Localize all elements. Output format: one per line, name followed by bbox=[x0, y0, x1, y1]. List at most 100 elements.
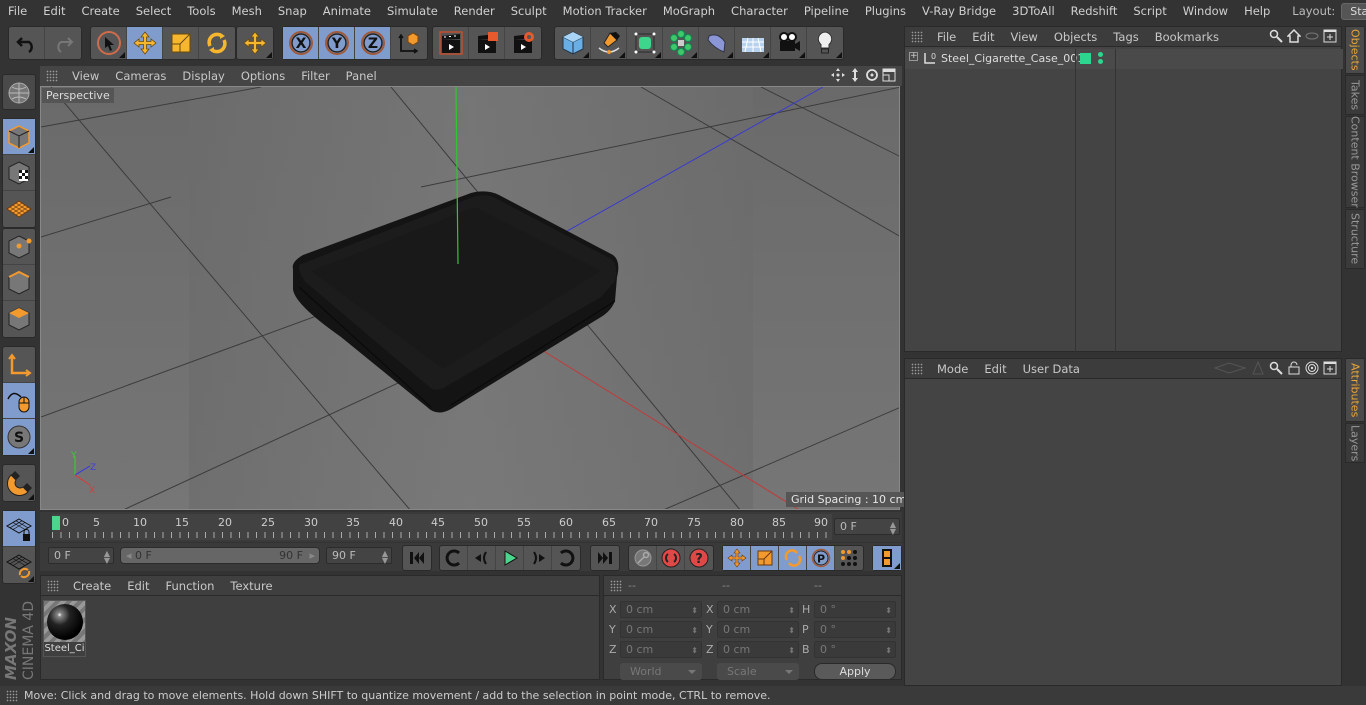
render-settings-button[interactable] bbox=[505, 27, 541, 59]
rot-h-field[interactable]: 0 ° ⬍ bbox=[814, 601, 896, 618]
viewport-menu-panel[interactable]: Panel bbox=[338, 69, 385, 83]
tab-layers[interactable]: Layers bbox=[1345, 423, 1365, 463]
size-z-field[interactable]: 0 cm ⬍ bbox=[717, 641, 799, 658]
object-menu-bookmarks[interactable]: Bookmarks bbox=[1147, 30, 1227, 44]
layout-select[interactable]: Startup bbox=[1341, 2, 1366, 20]
spinner-icon[interactable]: ⬍ bbox=[885, 643, 892, 658]
menu-plugins[interactable]: Plugins bbox=[857, 4, 914, 18]
spinner-icon[interactable]: ⬍ bbox=[788, 603, 795, 618]
goto-start-button[interactable] bbox=[403, 546, 431, 570]
scale-key-button[interactable] bbox=[751, 546, 779, 570]
floor-button[interactable] bbox=[735, 27, 771, 59]
timeline-window-button[interactable] bbox=[873, 546, 901, 570]
menu-character[interactable]: Character bbox=[723, 4, 796, 18]
menu-tools[interactable]: Tools bbox=[179, 4, 223, 18]
parameter-key-button[interactable]: P bbox=[807, 546, 835, 570]
y-axis-lock-button[interactable]: Y bbox=[319, 27, 355, 59]
pos-z-field[interactable]: 0 cm ⬍ bbox=[620, 641, 702, 658]
menu-create[interactable]: Create bbox=[74, 4, 128, 18]
live-selection-button[interactable] bbox=[91, 27, 127, 59]
spinner-icon[interactable]: ▲ ▼ bbox=[382, 550, 388, 565]
deformer-button[interactable] bbox=[699, 27, 735, 59]
attribute-menu-mode[interactable]: Mode bbox=[929, 362, 976, 376]
panel-grip-icon[interactable] bbox=[911, 362, 923, 375]
spinner-icon[interactable]: ▲ ▼ bbox=[890, 521, 896, 536]
points-mode-button[interactable] bbox=[3, 229, 35, 265]
object-menu-view[interactable]: View bbox=[1003, 30, 1046, 44]
end-frame-field[interactable]: 90 F ▲ ▼ bbox=[326, 547, 392, 565]
render-visibility-dot[interactable] bbox=[1098, 59, 1103, 64]
panel-grip-icon[interactable] bbox=[610, 579, 622, 592]
viewport-menu-display[interactable]: Display bbox=[174, 69, 232, 83]
current-frame-field[interactable]: 0 F ▲ ▼ bbox=[834, 518, 900, 536]
maximize-view-icon[interactable] bbox=[882, 68, 896, 82]
menu-mograph[interactable]: MoGraph bbox=[655, 4, 723, 18]
menu-script[interactable]: Script bbox=[1125, 4, 1174, 18]
menu-help[interactable]: Help bbox=[1236, 4, 1278, 18]
pan-view-icon[interactable] bbox=[831, 68, 845, 82]
object-menu-file[interactable]: File bbox=[929, 30, 964, 44]
back-forward-icon[interactable] bbox=[1213, 361, 1247, 375]
range-right-arrow-icon[interactable]: ▸ bbox=[309, 548, 315, 563]
tab-attributes[interactable]: Attributes bbox=[1345, 358, 1365, 422]
polygons-mode-button[interactable] bbox=[3, 301, 35, 337]
snap-button[interactable]: S bbox=[3, 419, 35, 455]
pen-button[interactable] bbox=[591, 27, 627, 59]
up-arrow-icon[interactable] bbox=[1251, 361, 1265, 375]
tab-content-browser[interactable]: Content Browser bbox=[1345, 116, 1365, 208]
light-button[interactable] bbox=[807, 27, 843, 59]
position-key-button[interactable] bbox=[723, 546, 751, 570]
size-x-field[interactable]: 0 cm ⬍ bbox=[717, 601, 799, 618]
menu-3dtoall[interactable]: 3DToAll bbox=[1004, 4, 1063, 18]
z-axis-lock-button[interactable]: Z bbox=[355, 27, 391, 59]
material-menu-edit[interactable]: Edit bbox=[119, 579, 157, 593]
spinner-icon[interactable]: ▲ ▼ bbox=[104, 550, 110, 565]
spinner-icon[interactable]: ⬍ bbox=[788, 623, 795, 638]
rot-p-field[interactable]: 0 ° ⬍ bbox=[814, 621, 896, 638]
target-icon[interactable] bbox=[1305, 361, 1319, 375]
axis-mode-button[interactable] bbox=[3, 347, 35, 383]
undo-button[interactable] bbox=[9, 27, 45, 59]
recent-tool-button[interactable] bbox=[237, 27, 273, 59]
model-mode-button[interactable] bbox=[3, 119, 35, 155]
zoom-view-icon[interactable] bbox=[848, 68, 862, 82]
next-frame-button[interactable] bbox=[524, 546, 552, 570]
workplane-lock-button[interactable] bbox=[3, 511, 35, 547]
menu-simulate[interactable]: Simulate bbox=[379, 4, 446, 18]
object-name[interactable]: Steel_Cigarette_Case_001 bbox=[941, 52, 1084, 65]
object-menu-tags[interactable]: Tags bbox=[1105, 30, 1146, 44]
apply-button[interactable]: Apply bbox=[814, 663, 896, 680]
prev-frame-button[interactable] bbox=[468, 546, 496, 570]
spinner-icon[interactable]: ⬍ bbox=[788, 643, 795, 658]
start-frame-field[interactable]: 0 F ▲ ▼ bbox=[48, 547, 114, 565]
panel-grip-icon[interactable] bbox=[911, 30, 923, 43]
camera-name-label[interactable]: Perspective bbox=[42, 88, 114, 103]
size-y-field[interactable]: 0 cm ⬍ bbox=[717, 621, 799, 638]
material-menu-texture[interactable]: Texture bbox=[222, 579, 280, 593]
menu-file[interactable]: File bbox=[0, 4, 35, 18]
spinner-icon[interactable]: ⬍ bbox=[691, 623, 698, 638]
menu-redshift[interactable]: Redshift bbox=[1063, 4, 1126, 18]
viewport-menu-view[interactable]: View bbox=[64, 69, 107, 83]
tab-takes[interactable]: Takes bbox=[1345, 75, 1365, 115]
edges-mode-button[interactable] bbox=[3, 265, 35, 301]
render-view-button[interactable] bbox=[433, 27, 469, 59]
make-editable-button[interactable] bbox=[3, 75, 35, 111]
menu-motion-tracker[interactable]: Motion Tracker bbox=[555, 4, 655, 18]
menu-edit[interactable]: Edit bbox=[35, 4, 73, 18]
spinner-icon[interactable]: ⬍ bbox=[691, 643, 698, 658]
rotate-view-icon[interactable] bbox=[865, 68, 879, 82]
object-menu-edit[interactable]: Edit bbox=[964, 30, 1002, 44]
menu-snap[interactable]: Snap bbox=[270, 4, 315, 18]
lock-icon[interactable] bbox=[1287, 361, 1301, 375]
rotate-tool-button[interactable] bbox=[199, 27, 235, 59]
play-button[interactable] bbox=[496, 546, 524, 570]
workplane-align-button[interactable] bbox=[3, 547, 35, 583]
link-icon[interactable] bbox=[1305, 29, 1319, 43]
timeline-ruler[interactable]: 0 5 10 15 20 25 30 35 40 45 50 55 60 65 … bbox=[52, 514, 832, 540]
texture-mode-button[interactable] bbox=[3, 155, 35, 191]
coordinate-mode-select[interactable]: World bbox=[620, 663, 702, 680]
spinner-icon[interactable]: ⬍ bbox=[691, 603, 698, 618]
move-tool-button[interactable] bbox=[127, 27, 163, 59]
camera-button[interactable] bbox=[771, 27, 807, 59]
